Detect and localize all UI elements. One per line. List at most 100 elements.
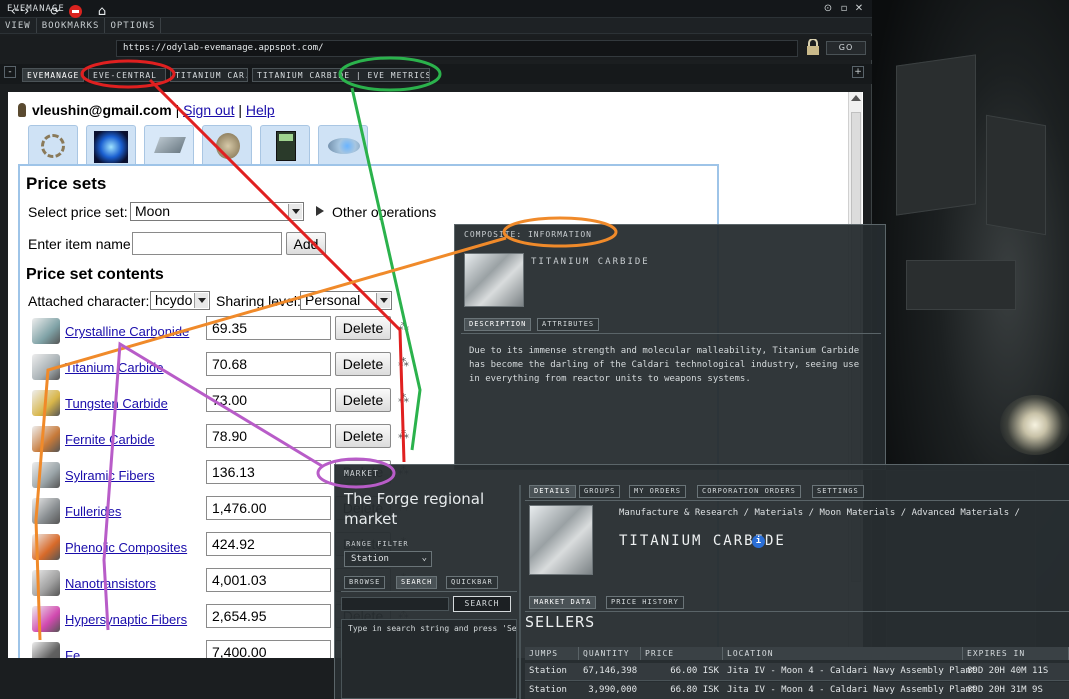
menu-view[interactable]: VIEW <box>0 18 37 33</box>
info-icon[interactable]: i <box>752 535 765 548</box>
chart-icon[interactable]: ⁂ <box>398 392 409 405</box>
chevron-down-icon <box>376 293 390 308</box>
column-header[interactable]: LOCATION <box>723 647 963 660</box>
reload-icon[interactable]: ⟳ <box>48 4 62 20</box>
menu-options[interactable]: OPTIONS <box>105 18 162 33</box>
chevron-down-icon <box>194 293 208 308</box>
range-filter-select[interactable]: Station ⌄ <box>344 551 432 567</box>
select-price-set-label: Select price set: <box>28 204 128 220</box>
tab-attributes[interactable]: ATTRIBUTES <box>537 318 600 331</box>
tab-corporation-orders[interactable]: CORPORATION ORDERS <box>697 485 801 498</box>
price-input[interactable]: 78.90 <box>206 424 331 448</box>
item-link[interactable]: Fernite Carbide <box>65 432 155 447</box>
address-input[interactable]: https://odylab-evemanage.appspot.com/ <box>116 40 798 57</box>
tab-my-orders[interactable]: MY ORDERS <box>629 485 686 498</box>
region-title: The Forge regional market <box>344 489 484 529</box>
delete-button[interactable]: Delete <box>335 352 391 376</box>
tab-evemanage[interactable]: EVEMANAGE <box>22 68 84 82</box>
item-link[interactable]: Sylramic Fibers <box>65 468 155 483</box>
chart-icon[interactable]: ⁂ <box>398 428 409 441</box>
sharing-level-select[interactable]: Personal <box>300 291 392 310</box>
scroll-up-icon[interactable] <box>851 95 861 101</box>
tab-description[interactable]: DESCRIPTION <box>464 318 532 331</box>
delete-button[interactable]: Delete <box>335 316 391 340</box>
home-icon[interactable]: ⌂ <box>94 4 110 20</box>
account-bar: vleushin@gmail.com | Sign out | Help <box>18 102 275 118</box>
tab-titanium-car[interactable]: TITANIUM CAR... <box>170 68 248 82</box>
tab-details[interactable]: DETAILS <box>529 485 576 498</box>
expand-triangle-icon[interactable] <box>316 206 324 216</box>
tab-search[interactable]: SEARCH <box>396 576 438 589</box>
attached-character-value: hcydo <box>155 292 193 308</box>
price-input[interactable]: 7,400.00 <box>206 640 331 658</box>
column-header[interactable]: PRICE <box>641 647 723 660</box>
menu-bookmarks[interactable]: BOOKMARKS <box>37 18 106 33</box>
table-cell: Station <box>529 685 567 695</box>
column-header[interactable]: JUMPS <box>525 647 579 660</box>
tab-browse[interactable]: BROWSE <box>344 576 386 589</box>
region-title-line1: The Forge regional <box>344 490 485 508</box>
item-link[interactable]: Titanium Carbide <box>65 360 164 375</box>
go-button[interactable]: GO <box>826 41 866 55</box>
table-cell: Jita IV - Moon 4 - Caldari Navy Assembly… <box>727 685 977 695</box>
item-link[interactable]: Fullerides <box>65 504 121 519</box>
price-input[interactable]: 4,001.03 <box>206 568 331 592</box>
back-forward-icon[interactable]: ‹··› <box>4 4 36 20</box>
item-link[interactable]: Nanotransistors <box>65 576 156 591</box>
price-input[interactable]: 73.00 <box>206 388 331 412</box>
enter-item-label: Enter item name: <box>28 236 135 252</box>
price-input[interactable]: 69.35 <box>206 316 331 340</box>
delete-button[interactable]: Delete <box>335 424 391 448</box>
tab-eve-central[interactable]: EVE-CENTRAL <box>88 68 166 82</box>
range-filter-label: RANGE FILTER <box>346 540 409 548</box>
light-flare <box>1000 395 1069 455</box>
settings-icon[interactable]: ⊙ <box>822 3 834 15</box>
minimize-icon[interactable]: ▫ <box>838 3 850 15</box>
materials-tab-icon[interactable] <box>144 125 194 165</box>
tab-market-data[interactable]: MARKET DATA <box>529 596 597 609</box>
nanotransistors-icon <box>32 570 60 596</box>
item-name-input[interactable] <box>132 232 282 255</box>
tab-quickbar[interactable]: QUICKBAR <box>446 576 498 589</box>
close-icon[interactable]: ✕ <box>853 3 865 15</box>
components-tab-icon[interactable] <box>202 125 252 165</box>
price-input[interactable]: 70.68 <box>206 352 331 376</box>
price-input[interactable]: 424.92 <box>206 532 331 556</box>
item-link[interactable]: Tungsten Carbide <box>65 396 168 411</box>
chart-icon[interactable]: ⁂ <box>398 356 409 369</box>
stop-icon[interactable] <box>68 4 82 20</box>
tungsten-carbide-icon <box>32 390 60 416</box>
search-button[interactable]: SEARCH <box>453 596 511 612</box>
sign-out-link[interactable]: Sign out <box>183 102 234 118</box>
planet-tab-icon[interactable] <box>86 125 136 165</box>
tab-price-history[interactable]: PRICE HISTORY <box>606 596 684 609</box>
column-header[interactable]: QUANTITY <box>579 647 641 660</box>
ships-tab-icon[interactable] <box>318 125 368 165</box>
info-window: COMPOSITE: INFORMATION TITANIUM CARBIDE … <box>454 224 886 470</box>
delete-button[interactable]: Delete <box>335 388 391 412</box>
item-link[interactable]: Crystalline Carbonide <box>65 324 189 339</box>
price-set-select[interactable]: Moon <box>130 202 304 221</box>
column-header[interactable]: EXPIRES IN <box>963 647 1069 660</box>
tab-groups[interactable]: GROUPS <box>579 485 621 498</box>
price-input[interactable]: 2,654.95 <box>206 604 331 628</box>
item-link[interactable]: Fe... <box>65 648 91 658</box>
add-button[interactable]: Add <box>286 232 326 255</box>
tab-settings[interactable]: SETTINGS <box>812 485 864 498</box>
item-link[interactable]: Hypersynaptic Fibers <box>65 612 187 627</box>
tab-minus-icon[interactable]: - <box>4 66 16 78</box>
other-operations-link[interactable]: Other operations <box>332 204 436 220</box>
search-input[interactable] <box>341 597 449 611</box>
chart-icon[interactable]: ⁂ <box>398 320 409 333</box>
industry-tab-icon[interactable] <box>28 125 78 165</box>
tab-eve-metrics[interactable]: TITANIUM CARBIDE | EVE METRICS ... <box>252 68 430 82</box>
help-link[interactable]: Help <box>246 102 275 118</box>
price-input[interactable]: 1,476.00 <box>206 496 331 520</box>
item-link[interactable]: Phenolic Composites <box>65 540 187 555</box>
crystalline-carbonide-icon <box>32 318 60 344</box>
calculator-tab-icon[interactable] <box>260 125 310 165</box>
price-input[interactable]: 136.13 <box>206 460 331 484</box>
tab-plus-icon[interactable]: + <box>852 66 864 78</box>
attached-character-select[interactable]: hcydo <box>150 291 210 310</box>
table-cell: Jita IV - Moon 4 - Caldari Navy Assembly… <box>727 666 977 676</box>
